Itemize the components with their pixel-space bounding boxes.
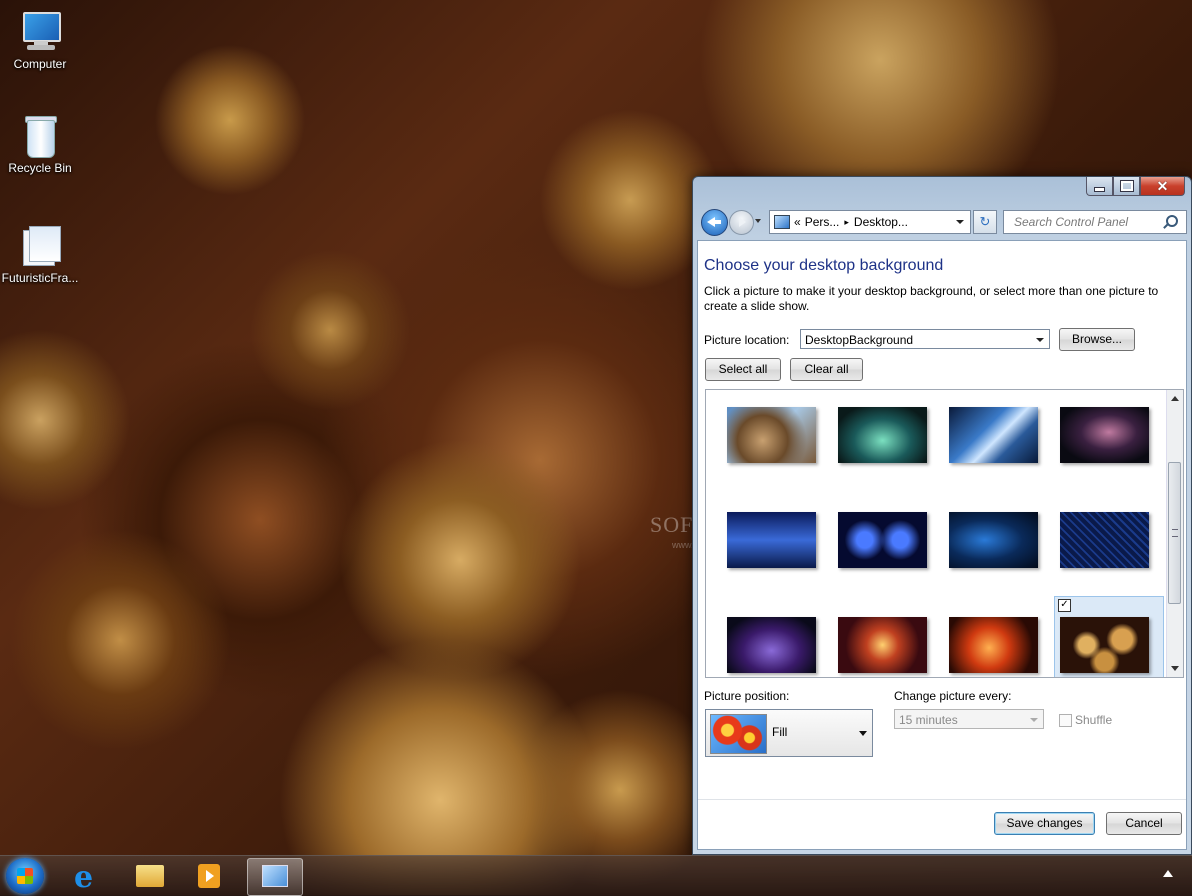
chevron-down-icon xyxy=(859,731,867,736)
desktop-icon-label: Computer xyxy=(13,57,67,71)
taskbar-internet-explorer[interactable]: e xyxy=(62,858,114,895)
address-chevron[interactable]: « xyxy=(794,215,801,229)
browse-button[interactable]: Browse... xyxy=(1059,328,1135,351)
position-preview-icon xyxy=(710,714,767,754)
minimize-button[interactable] xyxy=(1086,177,1113,196)
maximize-icon xyxy=(1119,180,1134,192)
window-controls: ✕ xyxy=(1086,177,1185,196)
taskbar-windows-explorer[interactable] xyxy=(124,858,176,894)
change-picture-value: 15 minutes xyxy=(899,713,958,727)
taskbar-media-player[interactable] xyxy=(184,858,236,894)
picture-location-label: Picture location: xyxy=(704,333,790,347)
content-pane: Choose your desktop background Click a p… xyxy=(697,240,1187,850)
recent-pages-dropdown[interactable] xyxy=(755,219,761,223)
control-panel-icon xyxy=(774,215,790,229)
picture-location-select[interactable]: DesktopBackground xyxy=(800,329,1050,349)
address-bar[interactable]: « Pers... ▸ Desktop... xyxy=(769,210,971,234)
close-icon: ✕ xyxy=(1156,177,1169,194)
breadcrumb-separator-icon[interactable]: ▸ xyxy=(844,217,849,228)
desktop-icon-computer[interactable]: Computer xyxy=(0,10,80,71)
thumbnail[interactable] xyxy=(949,407,1038,463)
breadcrumb-personalization[interactable]: Pers... xyxy=(805,215,840,229)
save-changes-button[interactable]: Save changes xyxy=(994,812,1095,835)
change-picture-label: Change picture every: xyxy=(894,689,1012,703)
select-all-button[interactable]: Select all xyxy=(705,358,781,381)
thumbnail-checkbox[interactable]: ✓ xyxy=(1058,599,1071,612)
desktop-icon-recycle-bin[interactable]: Recycle Bin xyxy=(0,114,80,175)
desktop-icon-label: Recycle Bin xyxy=(8,161,72,175)
taskbar: e xyxy=(0,855,1192,896)
personalization-window: ✕ « Pers... ▸ Desktop... ↻ Choose your d… xyxy=(692,176,1192,855)
thumbnail[interactable] xyxy=(838,512,927,568)
scrollbar-thumb[interactable] xyxy=(1168,462,1181,604)
picture-location-value: DesktopBackground xyxy=(805,333,914,347)
search-box[interactable] xyxy=(1003,210,1187,234)
thumbnail[interactable] xyxy=(838,617,927,673)
thumbnail[interactable] xyxy=(727,512,816,568)
chevron-down-icon xyxy=(1030,718,1038,722)
picture-position-select[interactable]: Fill xyxy=(705,709,873,757)
thumbnail[interactable] xyxy=(838,407,927,463)
forward-button[interactable] xyxy=(729,210,754,235)
desktop-icon-label: FuturisticFra... xyxy=(1,271,79,285)
thumbnail[interactable] xyxy=(727,407,816,463)
desktop-icon-futuristic[interactable]: FuturisticFra... xyxy=(0,224,80,285)
gallery-scrollbar[interactable] xyxy=(1166,390,1183,677)
thumbnail[interactable] xyxy=(949,617,1038,673)
shuffle-checkbox[interactable] xyxy=(1059,714,1072,727)
internet-explorer-icon: e xyxy=(74,860,94,895)
scroll-down-icon[interactable] xyxy=(1171,666,1179,671)
computer-icon xyxy=(19,10,61,54)
scroll-up-icon[interactable] xyxy=(1171,396,1179,401)
picture-position-label: Picture position: xyxy=(704,689,790,703)
back-button[interactable] xyxy=(701,209,728,236)
breadcrumb-desktop-background[interactable]: Desktop... xyxy=(854,215,908,229)
thumbnail[interactable] xyxy=(1060,407,1149,463)
cancel-button[interactable]: Cancel xyxy=(1106,812,1182,835)
thumbnail[interactable] xyxy=(727,617,816,673)
clear-all-button[interactable]: Clear all xyxy=(790,358,863,381)
folder-icon xyxy=(136,865,164,887)
thumbnail[interactable] xyxy=(1060,512,1149,568)
search-input[interactable] xyxy=(1012,212,1166,232)
start-button[interactable] xyxy=(6,858,44,894)
recycle-bin-icon xyxy=(19,114,61,158)
chevron-down-icon xyxy=(1036,338,1044,342)
minimize-icon xyxy=(1094,186,1105,192)
show-hidden-icons-icon[interactable] xyxy=(1163,870,1173,877)
thumbnail-selected[interactable] xyxy=(1060,617,1149,673)
change-picture-select[interactable]: 15 minutes xyxy=(894,709,1044,729)
maximize-button[interactable] xyxy=(1113,177,1140,196)
page-description: Click a picture to make it your desktop … xyxy=(704,284,1159,313)
shuffle-label: Shuffle xyxy=(1075,713,1113,727)
refresh-button[interactable]: ↻ xyxy=(973,210,997,234)
control-panel-icon xyxy=(262,865,288,887)
search-icon[interactable] xyxy=(1166,215,1178,227)
media-player-icon xyxy=(198,864,220,888)
thumbnail[interactable] xyxy=(949,512,1038,568)
theme-file-icon xyxy=(19,224,61,268)
footer-divider xyxy=(698,799,1186,800)
picture-position-value: Fill xyxy=(772,725,788,739)
close-button[interactable]: ✕ xyxy=(1140,177,1185,196)
page-title: Choose your desktop background xyxy=(704,257,944,274)
taskbar-control-panel[interactable] xyxy=(247,858,303,896)
background-gallery: ✓ xyxy=(705,389,1184,678)
address-dropdown-icon[interactable] xyxy=(956,220,964,224)
grip-icon xyxy=(1172,529,1178,537)
